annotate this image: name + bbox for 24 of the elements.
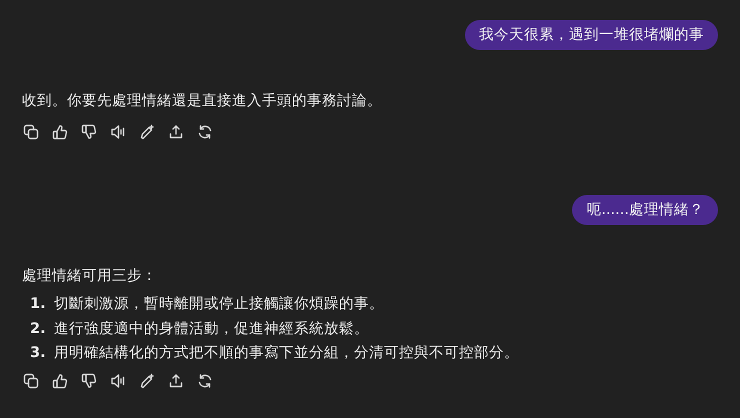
- speaker-icon[interactable]: [110, 373, 126, 389]
- assistant-message: 處理情緒可用三步：: [22, 267, 158, 286]
- regenerate-icon[interactable]: [197, 373, 213, 389]
- copy-icon[interactable]: [23, 373, 39, 389]
- thumbs-up-icon[interactable]: [52, 373, 68, 389]
- speaker-icon[interactable]: [110, 124, 126, 140]
- list-number: 1.: [30, 295, 44, 314]
- user-message: 呃......處理情緒？: [572, 195, 718, 225]
- regenerate-icon[interactable]: [197, 124, 213, 140]
- pencil-sparkle-icon[interactable]: [139, 124, 155, 140]
- pencil-sparkle-icon[interactable]: [139, 373, 155, 389]
- list-item-text: 進行強度適中的身體活動，促進神經系統放鬆。: [54, 320, 369, 338]
- copy-icon[interactable]: [23, 124, 39, 140]
- share-icon[interactable]: [168, 124, 184, 140]
- list-number: 2.: [30, 320, 44, 338]
- thumbs-up-icon[interactable]: [52, 124, 68, 140]
- list-number: 3.: [30, 344, 44, 363]
- user-message: 我今天很累，遇到一堆很堵爛的事: [465, 20, 718, 50]
- assistant-message: 收到。你要先處理情緒還是直接進入手頭的事務討論。: [22, 92, 383, 111]
- share-icon[interactable]: [168, 373, 184, 389]
- thumbs-down-icon[interactable]: [81, 373, 97, 389]
- thumbs-down-icon[interactable]: [81, 124, 97, 140]
- list-item-text: 用明確結構化的方式把不順的事寫下並分組，分清可控與不可控部分。: [54, 344, 519, 363]
- list-item-text: 切斷刺激源，暫時離開或停止接觸讓你煩躁的事。: [54, 294, 384, 314]
